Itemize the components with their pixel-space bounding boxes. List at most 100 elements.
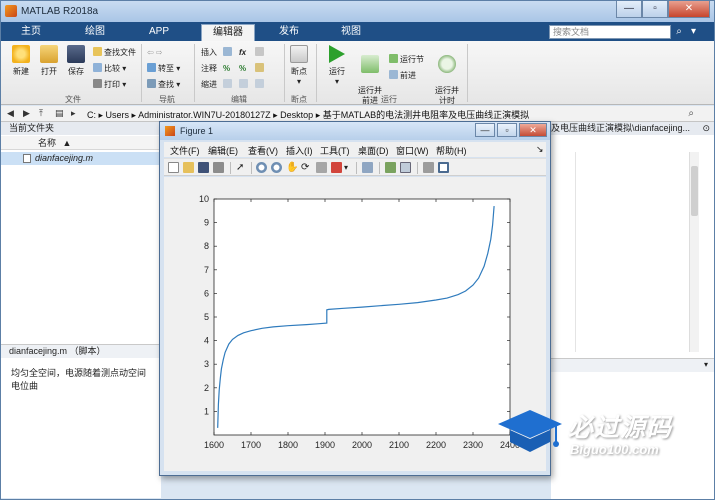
pan-hand-icon[interactable]: ✋: [286, 162, 298, 173]
browse-folder-icon[interactable]: ▤: [55, 108, 64, 119]
open-button[interactable]: 打开: [35, 45, 63, 77]
print-figure-icon[interactable]: [213, 162, 224, 173]
indent-button[interactable]: 缩进: [201, 78, 217, 91]
decrease-indent-icon[interactable]: [255, 78, 266, 91]
editor-panel: 及电压曲线正演模拟\dianfacejing... ⊙: [551, 122, 714, 358]
find-files-button[interactable]: 查找文件: [93, 46, 136, 59]
figure-minimize-button[interactable]: —: [475, 123, 495, 137]
new-figure-icon[interactable]: [168, 162, 179, 173]
menu-edit[interactable]: 编辑(E): [208, 144, 238, 157]
tab-apps[interactable]: APP: [137, 24, 181, 41]
window-title: MATLAB R2018a: [21, 6, 99, 17]
name-column-header[interactable]: 名称 ▲: [1, 136, 161, 150]
open-file-icon[interactable]: [183, 162, 194, 173]
wrap-comment-icon[interactable]: [255, 62, 266, 75]
menu-help[interactable]: 帮助(H): [436, 144, 467, 157]
path-root-icon[interactable]: ▸: [71, 108, 76, 119]
group-label-navigate: 导航: [159, 95, 175, 104]
smart-indent-icon[interactable]: [223, 78, 234, 91]
run-and-time-button[interactable]: 运行并 计时: [431, 45, 463, 106]
toolbar-separator: [417, 162, 418, 174]
tab-plots[interactable]: 绘图: [73, 24, 117, 41]
run-button[interactable]: 运行 ▾: [323, 45, 351, 86]
editor-scrollbar[interactable]: [689, 152, 699, 352]
line-plot[interactable]: 1600 1700 1800 1900 2000 2100 2200 2300 24001234…: [164, 177, 546, 471]
increase-indent-icon[interactable]: [239, 78, 250, 91]
editor-options-icon[interactable]: ⊙: [702, 122, 710, 135]
back-arrow-icon[interactable]: ◀: [7, 108, 14, 119]
zoom-in-icon[interactable]: [256, 162, 267, 173]
tab-publish[interactable]: 发布: [267, 24, 311, 41]
insert-function-icon[interactable]: [255, 46, 266, 59]
window-controls: — ▫ ✕: [616, 1, 710, 19]
figure-maximize-button[interactable]: ▫: [497, 123, 517, 137]
file-list-item[interactable]: dianfacejing.m: [1, 152, 161, 165]
menu-desktop[interactable]: 桌面(D): [358, 144, 389, 157]
breadcrumb-segment[interactable]: Administrator.WIN7U-20180127Z: [138, 110, 271, 120]
zoom-out-icon[interactable]: [271, 162, 282, 173]
brush-dropdown-icon[interactable]: ▾: [344, 162, 355, 173]
tab-home[interactable]: 主页: [9, 24, 53, 41]
tab-view[interactable]: 视图: [329, 24, 373, 41]
new-button[interactable]: 新建: [7, 45, 35, 77]
uncomment-icon[interactable]: %: [239, 62, 246, 75]
details-title[interactable]: dianfacejing.m （脚本）: [1, 344, 161, 358]
menu-window[interactable]: 窗口(W): [396, 144, 429, 157]
command-window-menu-icon[interactable]: ▾: [704, 360, 708, 369]
y-tick-label: 7: [204, 265, 209, 275]
comment-percent-icon[interactable]: %: [223, 62, 230, 75]
link-plot-icon[interactable]: [362, 162, 373, 173]
folder-search-icon[interactable]: ⌕: [688, 108, 694, 119]
help-dropdown-icon[interactable]: ▾: [691, 26, 703, 38]
forward-arrow-icon[interactable]: ▶: [23, 108, 30, 119]
insert-button[interactable]: 插入: [201, 46, 217, 59]
advance-button[interactable]: 前进: [389, 69, 416, 82]
menu-dock-icon[interactable]: ↘: [536, 144, 544, 155]
print-button[interactable]: 打印 ▾: [93, 78, 126, 91]
data-cursor-icon[interactable]: [316, 162, 327, 173]
ribbon-separator: [194, 44, 195, 102]
maximize-button[interactable]: ▫: [642, 1, 668, 18]
scrollbar-thumb[interactable]: [691, 166, 698, 216]
run-advance-icon: [361, 55, 379, 73]
minimize-button[interactable]: —: [616, 1, 642, 18]
compare-button[interactable]: 比较 ▾: [93, 62, 126, 75]
rotate-3d-icon[interactable]: ⟳: [301, 162, 312, 173]
m-file-icon: [23, 154, 31, 163]
x-tick-label: 2300: [463, 440, 483, 450]
up-folder-icon[interactable]: ⤒: [39, 108, 43, 119]
fx-button[interactable]: fx: [239, 46, 246, 59]
y-tick-label: 2: [204, 383, 209, 393]
breadcrumb-segment[interactable]: 基于MATLAB的电法测井电阻率及电压曲线正演模拟: [323, 110, 529, 120]
breadcrumb-segment[interactable]: Users: [106, 110, 130, 120]
figure-close-button[interactable]: ✕: [519, 123, 547, 137]
comment-button[interactable]: 注释: [201, 62, 217, 75]
find-button[interactable]: 查找 ▾: [147, 78, 180, 91]
edit-plot-arrow-icon[interactable]: ➚: [236, 162, 247, 173]
search-icon[interactable]: ⌕: [672, 25, 686, 39]
group-label-run: 运行: [381, 95, 397, 104]
save-button[interactable]: 保存: [62, 45, 90, 77]
show-plot-tools-icon[interactable]: [438, 162, 449, 173]
insert-section-icon[interactable]: [223, 46, 234, 59]
watermark-logo: 必过源码 Biguo100.com: [494, 404, 704, 464]
insert-colorbar-icon[interactable]: [385, 162, 396, 173]
search-documentation-input[interactable]: 搜索文档: [549, 25, 671, 39]
tab-editor[interactable]: 编辑器: [201, 24, 255, 41]
breadcrumb-segment[interactable]: C:: [87, 110, 96, 120]
menu-insert[interactable]: 插入(I): [286, 144, 313, 157]
brush-icon[interactable]: [331, 162, 342, 173]
menu-tools[interactable]: 工具(T): [320, 144, 350, 157]
nav-back-forward-button[interactable]: ⇦ ⇨: [147, 46, 163, 59]
breakpoints-button[interactable]: 断点 ▾: [286, 45, 312, 86]
run-section-button[interactable]: 运行节: [389, 53, 424, 66]
close-button[interactable]: ✕: [668, 1, 710, 18]
save-figure-icon[interactable]: [198, 162, 209, 173]
insert-legend-icon[interactable]: [400, 162, 411, 173]
menu-view[interactable]: 查看(V): [248, 144, 278, 157]
goto-button[interactable]: 转至 ▾: [147, 62, 180, 75]
breadcrumb-segment[interactable]: Desktop: [280, 110, 313, 120]
hide-plot-tools-icon[interactable]: [423, 162, 434, 173]
menu-file[interactable]: 文件(F): [170, 144, 200, 157]
breakpoints-icon: [290, 45, 308, 63]
